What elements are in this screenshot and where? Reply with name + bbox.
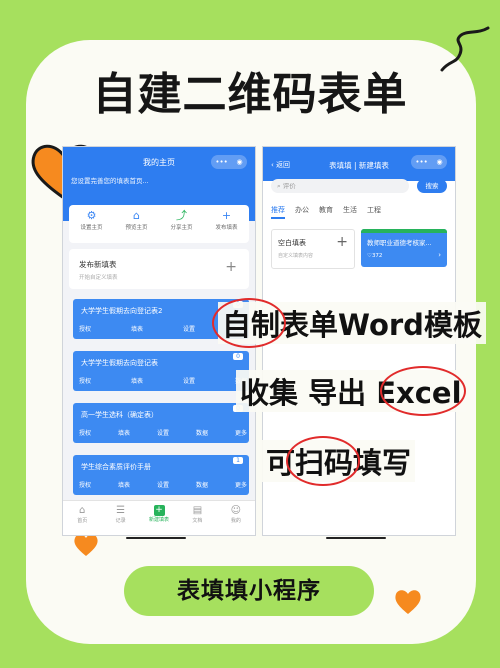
- quick-action-preview[interactable]: ⌂ 预览主页: [114, 205, 159, 243]
- poster-title: 自建二维码表单: [92, 69, 408, 120]
- template-card[interactable]: 教师职业道德考核家... ♡372 ›: [361, 229, 447, 267]
- fill-button[interactable]: 填表: [131, 324, 143, 333]
- auth-button[interactable]: 授权: [79, 376, 91, 385]
- form-title: 大学学生假期去向登记表: [81, 359, 158, 367]
- auth-button[interactable]: 授权: [79, 480, 91, 489]
- bottom-tabbar: ⌂ 首页 ☰ 记录 + 新建填表 ▤ 文档 ☺ 我的: [63, 500, 255, 535]
- document-icon: ▤: [192, 505, 203, 516]
- tab-office[interactable]: 办公: [295, 205, 309, 219]
- search-text: 评价: [282, 182, 296, 190]
- quick-action-label: 预览主页: [125, 225, 148, 231]
- user-icon: ☺: [230, 505, 242, 516]
- auth-button[interactable]: 授权: [79, 428, 91, 437]
- more-icon[interactable]: •••: [215, 158, 227, 166]
- publish-new-form[interactable]: 发布新填表 开始自定义填表 +: [69, 249, 249, 289]
- close-icon[interactable]: ◉: [437, 158, 443, 166]
- tab-label: 记录: [115, 518, 126, 524]
- more-button[interactable]: 更多: [235, 480, 247, 489]
- quick-actions: ⚙ 设置主页 ⌂ 预览主页 ⤴ 分享主页 + 发布填表: [69, 205, 249, 243]
- tab-label: 我的: [230, 518, 241, 524]
- search-button[interactable]: 搜索: [417, 179, 447, 193]
- highlight-circle: [286, 436, 360, 486]
- form-actions: 授权 填表 设置 数据: [79, 376, 247, 385]
- quick-action-label: 设置主页: [80, 225, 103, 231]
- home-indicator: [126, 537, 186, 539]
- fill-button[interactable]: 填表: [118, 428, 130, 437]
- miniapp-capsule[interactable]: ••• ◉: [411, 155, 447, 169]
- tab-me[interactable]: ☺ 我的: [217, 501, 255, 535]
- more-button[interactable]: 更多: [235, 428, 247, 437]
- fill-button[interactable]: 填表: [131, 376, 143, 385]
- heart-icon: [395, 590, 421, 614]
- fill-button[interactable]: 填表: [118, 480, 130, 489]
- tab-recommend[interactable]: 推荐: [271, 205, 285, 219]
- quick-action-label: 发布填表: [215, 225, 238, 231]
- tab-records[interactable]: ☰ 记录: [101, 501, 139, 535]
- blank-form-hint: 自定义填表内容: [278, 253, 314, 259]
- squiggle-icon: [440, 26, 490, 72]
- highlight-circle: [212, 298, 286, 348]
- tab-home[interactable]: ⌂ 首页: [63, 501, 101, 535]
- settings-button[interactable]: 设置: [183, 376, 195, 385]
- form-title: 高一学生选科（确定表）: [81, 411, 158, 419]
- tab-education[interactable]: 教育: [319, 205, 333, 219]
- publish-hint: 开始自定义填表: [79, 275, 118, 281]
- new-form-header: ‹ 返回 表填填 | 新建填表 ••• ◉: [263, 147, 455, 181]
- form-title: 大学学生假期去向登记表2: [81, 307, 163, 315]
- category-tabs: 推荐 办公 教育 生活 工程: [271, 205, 381, 219]
- tab-engineering[interactable]: 工程: [367, 205, 381, 219]
- form-count-badge: 1: [233, 457, 243, 464]
- app-name-pill: 表填填小程序: [124, 566, 374, 616]
- template-count-value: 372: [371, 253, 383, 259]
- plus-icon: +: [225, 259, 237, 275]
- publish-title: 发布新填表: [79, 260, 117, 269]
- data-button[interactable]: 数据: [196, 480, 208, 489]
- miniapp-capsule[interactable]: ••• ◉: [211, 155, 247, 169]
- plus-icon: +: [153, 505, 165, 516]
- template-title: 教师职业道德考核家...: [367, 239, 432, 247]
- close-icon[interactable]: ◉: [237, 158, 243, 166]
- quick-action-setting[interactable]: ⚙ 设置主页: [69, 205, 114, 243]
- tab-life[interactable]: 生活: [343, 205, 357, 219]
- form-card[interactable]: 学生综合素质评价手册 1 授权 填表 设置 数据 更多: [73, 455, 249, 495]
- tab-label: 首页: [77, 518, 88, 524]
- settings-button[interactable]: 设置: [183, 324, 195, 333]
- tab-label: 新建填表: [149, 517, 170, 523]
- tab-docs[interactable]: ▤ 文档: [178, 501, 216, 535]
- search-icon: ⌕: [277, 182, 281, 190]
- home-icon: ⌂: [79, 505, 86, 516]
- highlight-circle: [380, 366, 466, 416]
- template-strip: [361, 229, 447, 233]
- plus-icon: +: [221, 209, 232, 222]
- form-card[interactable]: 高一学生选科（确定表） 0 授权 填表 设置 数据 更多: [73, 403, 249, 443]
- tab-new-form[interactable]: + 新建填表: [140, 501, 178, 535]
- form-count-badge: 0: [233, 353, 243, 360]
- search-input[interactable]: ⌕ 评价: [271, 179, 409, 193]
- quick-action-share[interactable]: ⤴ 分享主页: [159, 205, 204, 243]
- tab-label: 文档: [192, 518, 203, 524]
- home-subtitle: 您设置完善您的填表首页...: [71, 177, 149, 185]
- blank-form-card[interactable]: 空白填表 自定义填表内容 +: [271, 229, 355, 269]
- quick-action-label: 分享主页: [170, 225, 193, 231]
- list-icon: ☰: [116, 505, 126, 516]
- home-indicator: [326, 537, 386, 539]
- share-icon: ⤴: [176, 209, 187, 222]
- settings-button[interactable]: 设置: [157, 480, 169, 489]
- chevron-right-icon: ›: [438, 251, 441, 259]
- settings-button[interactable]: 设置: [157, 428, 169, 437]
- quick-action-publish[interactable]: + 发布填表: [204, 205, 249, 243]
- form-actions: 授权 填表 设置 数据 更多: [79, 428, 247, 437]
- plus-icon: +: [336, 234, 348, 250]
- home-icon: ⌂: [133, 209, 140, 222]
- form-actions: 授权 填表 设置 数据 更多: [79, 480, 247, 489]
- form-card[interactable]: 大学学生假期去向登记表 0 授权 填表 设置 数据: [73, 351, 249, 391]
- template-count: ♡372: [367, 253, 383, 259]
- form-title: 学生综合素质评价手册: [81, 463, 151, 471]
- gear-icon: ⚙: [86, 209, 97, 222]
- blank-form-title: 空白填表: [278, 239, 306, 247]
- data-button[interactable]: 数据: [196, 428, 208, 437]
- more-icon[interactable]: •••: [415, 158, 427, 166]
- auth-button[interactable]: 授权: [79, 324, 91, 333]
